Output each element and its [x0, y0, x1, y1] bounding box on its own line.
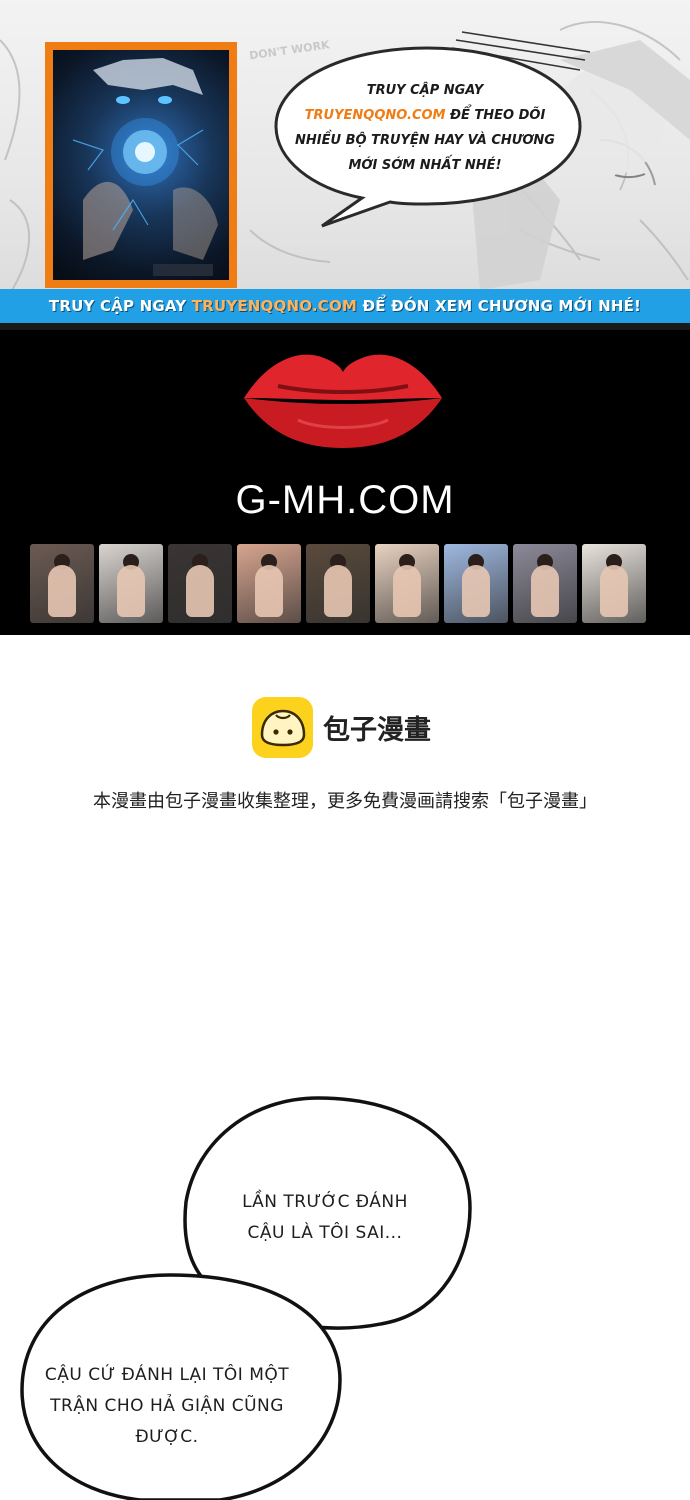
thumbnail-figure	[462, 565, 490, 617]
promo-bubble-line: TRUYENQQNO.COM ĐỂ THEO DÕI	[304, 108, 546, 123]
ad-photo-thumbnail[interactable]	[99, 544, 163, 623]
promo-site-link[interactable]: TRUYENQQNO.COM	[305, 108, 446, 123]
promo-bubble-line: TRUY CẬP NGAY	[366, 83, 484, 98]
baozi-bun-logo-icon	[252, 697, 313, 758]
ad-thumbnail-row	[30, 544, 646, 623]
ad-photo-thumbnail[interactable]	[444, 544, 508, 623]
gmh-ad-banner[interactable]: G-MH.COM	[0, 330, 690, 635]
baozi-brand-name: 包子漫畫	[323, 715, 431, 746]
ad-photo-thumbnail[interactable]	[375, 544, 439, 623]
ad-photo-thumbnail[interactable]	[237, 544, 301, 623]
thumbnail-figure	[48, 565, 76, 617]
lips-logo-icon	[244, 354, 442, 448]
ad-photo-thumbnail[interactable]	[582, 544, 646, 623]
promo-strip-link[interactable]: TRUYENQQNO.COM	[192, 297, 357, 315]
speech-bubble-text-top: LẦN TRƯỚC ĐÁNH CẬU LÀ TÔI SAI...	[242, 1192, 408, 1243]
ad-site-title[interactable]: G-MH.COM	[0, 478, 690, 523]
cover-illustration	[72, 58, 218, 276]
ad-photo-thumbnail[interactable]	[306, 544, 370, 623]
thumbnail-figure	[255, 565, 283, 617]
thumbnail-figure	[324, 565, 352, 617]
promo-strip[interactable]: TRUY CẬP NGAY TRUYENQQNO.COM ĐỂ ĐÓN XEM …	[0, 289, 690, 323]
baozi-source-note: 本漫畫由包子漫畫收集整理，更多免費漫画請搜索「包子漫畫」	[93, 791, 597, 812]
ad-photo-thumbnail[interactable]	[513, 544, 577, 623]
speech-bubble-text-bottom: CẬU CỨ ĐÁNH LẠI TÔI MỘT TRẬN CHO HẢ GIẬN…	[44, 1365, 290, 1447]
promo-bubble-text: TRUY CẬP NGAY TRUYENQQNO.COM ĐỂ THEO DÕI…	[280, 78, 570, 178]
promo-strip-shadow	[0, 323, 690, 330]
thumbnail-figure	[600, 565, 628, 617]
promo-bubble-line: NHIỀU BỘ TRUYỆN HAY VÀ CHƯƠNG	[295, 133, 555, 148]
thumbnail-figure	[531, 565, 559, 617]
thumbnail-figure	[186, 565, 214, 617]
ad-photo-thumbnail[interactable]	[30, 544, 94, 623]
ad-photo-thumbnail[interactable]	[168, 544, 232, 623]
thumbnail-figure	[393, 565, 421, 617]
promo-banner[interactable]: DON'T WORK TRUY CẬP NGAY TRUYENQQNO.COM …	[0, 0, 690, 330]
promo-bubble-line: MỚI SỚM NHẤT NHÉ!	[348, 158, 502, 173]
thumbnail-figure	[117, 565, 145, 617]
manga-cover-thumbnail[interactable]	[45, 42, 237, 288]
